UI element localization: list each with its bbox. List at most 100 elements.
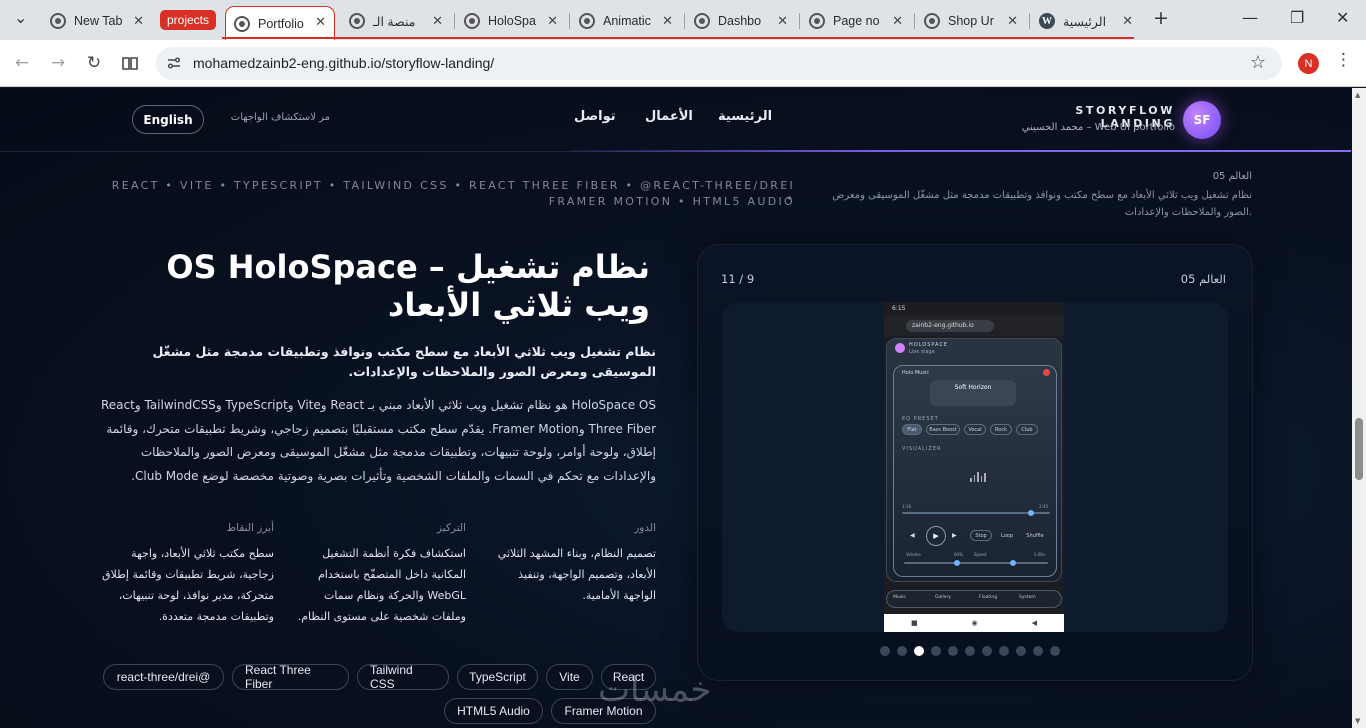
phone-screenshot: 6:15 zainb2-eng.github.io HOLOSPACE Live… <box>884 302 1064 632</box>
tab-portfolio[interactable]: Portfolio ✕ <box>225 6 335 40</box>
preview-counter: 11 / 9 <box>721 272 755 286</box>
carousel-dot[interactable] <box>965 646 975 656</box>
phone-status-bar: 6:15 <box>884 302 1064 316</box>
phone-time-end: 2:45 <box>1039 504 1048 509</box>
tab-home-wordpress[interactable]: W الرئيسية ✕ <box>1031 6 1141 36</box>
window-close-icon[interactable]: ✕ <box>1336 8 1349 27</box>
tab-animatic[interactable]: Animatic ✕ <box>571 6 681 36</box>
reading-mode-icon[interactable] <box>118 51 142 75</box>
column-text-focus: استكشاف فكرة أنظمة التشغيل المكانية داخل… <box>297 547 466 623</box>
carousel-dot[interactable] <box>1033 646 1043 656</box>
carousel-dot[interactable] <box>999 646 1009 656</box>
header-tagline: مر لاستكشاف الواجهات <box>230 112 330 123</box>
phone-player-name: Holo Music <box>902 370 930 376</box>
close-icon[interactable]: ✕ <box>777 13 788 29</box>
tab-label: Page no <box>833 14 880 28</box>
column-heading-focus: التركيز <box>436 522 466 534</box>
back-arrow-icon[interactable]: ← <box>10 51 34 75</box>
carousel-dot[interactable] <box>914 646 924 656</box>
brand-subtitle: محمد الحسيني – Web UI portfolio <box>1021 122 1175 133</box>
phone-dock: Music Gallery Floating System <box>886 590 1062 608</box>
carousel-dot[interactable] <box>982 646 992 656</box>
tab-page-not-found[interactable]: Page no ✕ <box>801 6 911 36</box>
tab-new-tab[interactable]: New Tab ✕ <box>42 6 152 36</box>
close-icon[interactable]: ✕ <box>1122 13 1133 29</box>
carousel-dot[interactable] <box>1016 646 1026 656</box>
phone-app-logo <box>895 343 905 353</box>
tab-shop[interactable]: Shop Ur ✕ <box>916 6 1026 36</box>
phone-play-icon: ▶ <box>926 526 946 546</box>
tech-chip: HTML5 Audio <box>444 698 543 724</box>
nav-link-contact[interactable]: تواصل <box>574 109 616 124</box>
phone-eq-pill: Bass Boost <box>926 424 960 435</box>
profile-avatar[interactable]: N <box>1298 53 1319 74</box>
phone-eq-pill: Rock <box>990 424 1012 435</box>
carousel-dot[interactable] <box>931 646 941 656</box>
forward-arrow-icon[interactable]: → <box>46 51 70 75</box>
phone-speed-label: Speed <box>974 552 987 557</box>
close-icon[interactable]: ✕ <box>315 14 326 30</box>
phone-control-pill: Loop <box>1001 532 1013 539</box>
tab-label: Shop Ur <box>948 14 994 28</box>
phone-nav-bar: ■ ◉ ◀ <box>884 614 1064 632</box>
minimize-icon[interactable]: — <box>1242 8 1258 27</box>
phone-app-window: HOLOSPACE Live stage Holo Music Soft Hor… <box>886 338 1062 582</box>
page-scrollbar[interactable]: ▲ ▼ <box>1352 88 1366 728</box>
column-text-role: تصميم النظام، وبناء المشهد الثلاثي الأبع… <box>497 547 656 602</box>
url-text: mohamedzainb2-eng.github.io/storyflow-la… <box>193 55 495 71</box>
tech-chip: react-three/drei@ <box>103 664 224 690</box>
close-icon[interactable]: ✕ <box>547 13 558 29</box>
phone-time-start: 1:16 <box>902 504 911 509</box>
world-description-small: نظام تشغيل ويب ثلاثي الأبعاد مع سطح مكتب… <box>832 190 1252 218</box>
phone-app-subtitle: Live stage <box>909 349 935 355</box>
site-settings-icon[interactable] <box>166 55 182 71</box>
nav-link-works[interactable]: الأعمال <box>645 109 693 124</box>
chrome-icon <box>50 13 66 29</box>
phone-dock-item: System <box>1019 595 1036 600</box>
close-icon[interactable]: ✕ <box>892 13 903 29</box>
phone-eq-label: EQ PRESET <box>902 416 939 422</box>
phone-browser-bar: zainb2-eng.github.io <box>884 316 1064 336</box>
close-icon[interactable]: ✕ <box>133 13 144 29</box>
carousel-dot[interactable] <box>948 646 958 656</box>
carousel-dot[interactable] <box>897 646 907 656</box>
phone-volume-value: 60% <box>954 552 963 557</box>
language-toggle-button[interactable]: English <box>132 105 204 134</box>
close-icon[interactable]: ✕ <box>1007 13 1018 29</box>
tab-platform[interactable]: منصة الـ ✕ <box>341 6 451 36</box>
phone-dock-item: Floating <box>979 595 998 600</box>
new-tab-plus-icon[interactable]: + <box>1153 7 1169 29</box>
preview-world-label: العالم 05 <box>1180 272 1226 286</box>
column-heading-highlights: أبرز النقاط <box>226 522 274 534</box>
hero-lead: نظام تشغيل ويب ثلاثي الأبعاد مع سطح مكتب… <box>152 344 657 379</box>
restore-icon[interactable]: ❐ <box>1290 8 1304 27</box>
tech-chip: Vite <box>546 664 593 690</box>
browser-menu-icon[interactable]: ⋮ <box>1335 50 1352 70</box>
nav-link-home[interactable]: الرئيسية <box>718 109 772 124</box>
project-preview-card[interactable]: العالم 05 11 / 9 6:15 zainb2-eng.github.… <box>697 244 1253 681</box>
tab-group-chip[interactable]: projects <box>160 10 217 30</box>
tab-search-icon[interactable]: ⌄ <box>14 8 27 27</box>
tab-dashboard[interactable]: Dashbo ✕ <box>686 6 796 36</box>
tech-chip: Tailwind CSS <box>357 663 449 691</box>
close-icon[interactable]: ✕ <box>432 13 443 29</box>
phone-speed-knob <box>1010 560 1016 566</box>
reload-icon[interactable]: ↻ <box>82 51 106 75</box>
phone-music-player: Holo Music Soft Horizon EQ PRESET Flat B… <box>893 365 1057 577</box>
brand-logo[interactable]: SF <box>1183 101 1221 139</box>
scrollbar-thumb[interactable] <box>1355 418 1363 480</box>
tab-label: منصة الـ <box>373 14 416 29</box>
tab-label: Portfolio <box>258 16 304 31</box>
scroll-down-arrow-icon[interactable]: ▼ <box>1355 717 1360 725</box>
hero-description: HoloSpace OS هو نظام تشغيل ويب ثلاثي الأ… <box>101 398 656 483</box>
carousel-dot[interactable] <box>1050 646 1060 656</box>
address-bar[interactable]: mohamedzainb2-eng.github.io/storyflow-la… <box>156 47 1282 80</box>
browser-toolbar: ← → ↻ mohamedzainb2-eng.github.io/storyf… <box>0 40 1366 87</box>
close-icon[interactable]: ✕ <box>662 13 673 29</box>
page-viewport: SF STORYFLOW LANDING محمد الحسيني – Web … <box>0 88 1352 728</box>
tab-holospace[interactable]: HoloSpa ✕ <box>456 6 566 36</box>
scroll-up-arrow-icon[interactable]: ▲ <box>1355 91 1360 99</box>
phone-dock-item: Music <box>893 595 906 600</box>
carousel-dot[interactable] <box>880 646 890 656</box>
bookmark-star-icon[interactable]: ☆ <box>1250 52 1266 73</box>
